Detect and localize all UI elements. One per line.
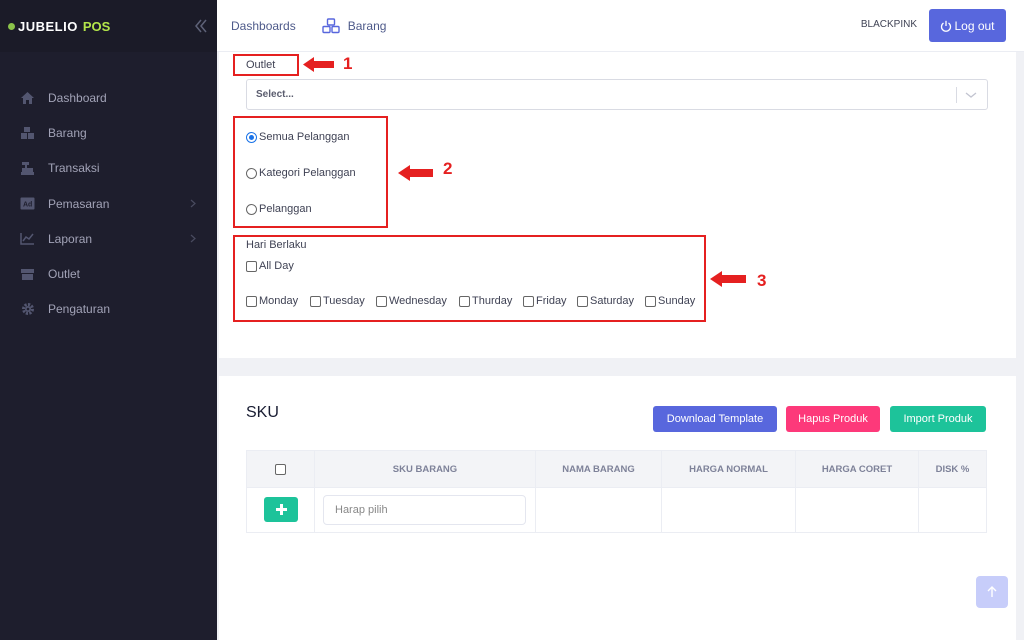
column-header-disk: DISK % [935,464,970,475]
hapus-produk-button[interactable]: Hapus Produk [786,406,880,432]
sidebar-item-label: Pengaturan [48,302,111,317]
column-header-harga-normal: HARGA NORMAL [662,451,796,488]
breadcrumb-barang[interactable]: Barang [348,19,387,33]
sidebar-item-transaksi[interactable]: Transaksi [0,151,217,186]
chevron-right-icon [190,199,196,208]
arrow-up-icon [987,586,997,597]
sku-input[interactable] [323,495,526,525]
gear-icon [20,302,35,317]
table-cell-disk [919,488,986,533]
annotation-box-2 [233,116,388,228]
table-cell-harga-coret [796,488,919,533]
annotation-arrow-icon [398,165,433,181]
sidebar-item-label: Outlet [48,267,81,282]
outlet-select-placeholder: Select... [256,89,294,100]
sidebar-item-label: Barang [48,125,87,140]
table-cell-harga-normal [662,488,796,533]
breadcrumb-dashboards[interactable]: Dashboards [231,19,296,33]
annotation-number-1: 1 [343,54,353,73]
sku-table: SKU BARANG NAMA BARANG HARGA NORMAL HARG… [246,450,987,533]
topbar: Dashboards Barang BLACKPINK Log out [217,0,1024,52]
chevron-down-icon[interactable] [965,90,977,100]
add-row-button[interactable] [264,497,298,522]
logout-label: Log out [954,18,995,33]
annotation-arrow-icon [303,57,334,72]
brand-name: JUBELIO [18,18,78,34]
annotation-box-1 [233,54,299,76]
brand-suffix: POS [82,18,111,34]
sku-title: SKU [246,404,279,421]
sidebar-item-label: Pemasaran [48,196,110,211]
brand-dot-icon [8,22,15,30]
sidebar-menu: Dashboard Barang Transaksi Ad Pemasaran [0,80,217,327]
sidebar: JUBELIO POS Dashboard Barang Transaksi A… [0,0,217,640]
import-produk-button[interactable]: Import Produk [890,406,986,432]
sidebar-item-laporan[interactable]: Laporan [0,221,217,256]
sidebar-item-label: Laporan [48,231,93,246]
chart-line-icon [20,231,35,246]
annotation-number-3: 3 [757,271,767,290]
collapse-sidebar-icon[interactable] [193,17,207,35]
sidebar-item-label: Dashboard [48,90,107,105]
cash-register-icon [20,161,35,176]
outlet-select[interactable]: Select... [246,79,988,110]
svg-text:Ad: Ad [23,202,32,209]
boxes-icon [322,17,340,33]
column-header-sku-barang: SKU BARANG [315,451,536,488]
store-icon [20,267,35,282]
download-template-button[interactable]: Download Template [653,406,777,432]
select-separator [956,87,957,103]
ad-icon: Ad [20,196,35,211]
sidebar-item-label: Transaksi [48,161,100,176]
boxes-icon [20,125,35,140]
header-select-all [247,451,315,488]
logout-button[interactable]: Log out [929,9,1006,42]
home-icon [20,90,35,105]
annotation-number-2: 2 [443,159,453,178]
sidebar-item-barang[interactable]: Barang [0,115,217,150]
annotation-arrow-icon [710,271,746,287]
column-header-nama-barang: NAMA BARANG [536,451,662,488]
power-icon [941,20,952,32]
brand-logo[interactable]: JUBELIO POS [0,0,217,52]
sidebar-item-outlet[interactable]: Outlet [0,256,217,291]
chevron-right-icon [190,234,196,243]
select-all-checkbox[interactable] [275,464,286,475]
sidebar-item-dashboard[interactable]: Dashboard [0,80,217,115]
table-cell-add [247,488,315,533]
scroll-top-button[interactable] [976,576,1008,608]
table-cell-nama [536,488,662,533]
table-cell-sku [315,488,536,533]
user-name[interactable]: BLACKPINK [861,19,917,30]
sidebar-item-pengaturan[interactable]: Pengaturan [0,292,217,327]
annotation-box-3 [233,235,706,322]
sidebar-item-pemasaran[interactable]: Ad Pemasaran [0,186,217,221]
column-header-harga-coret: HARGA CORET [796,451,919,488]
plus-icon [275,504,287,515]
